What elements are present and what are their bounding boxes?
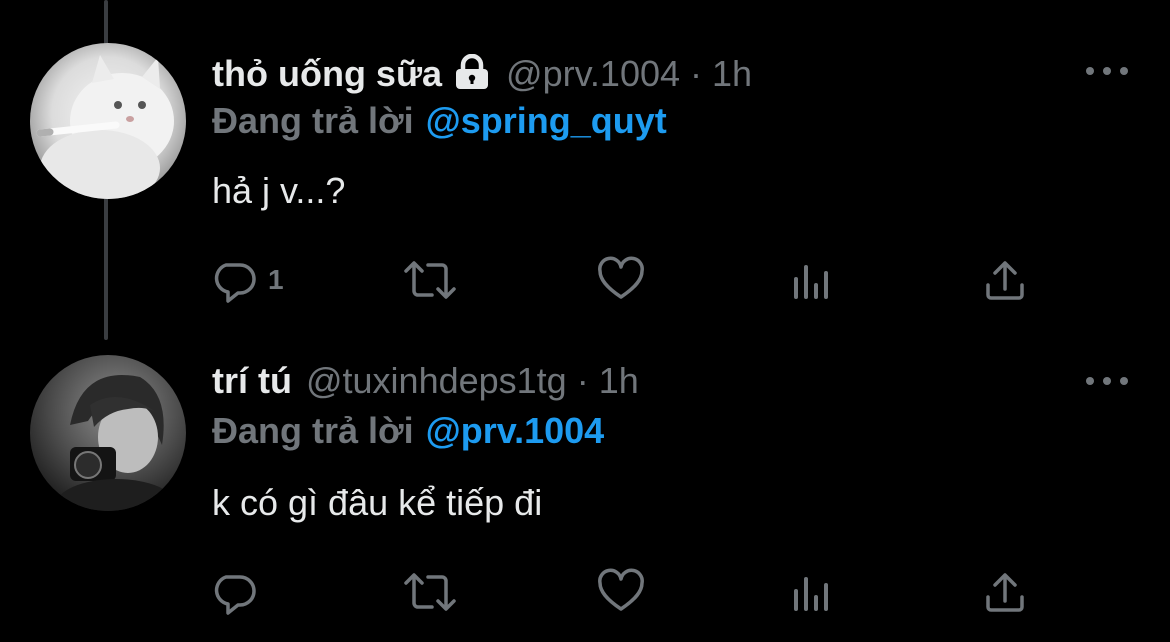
retweet-arrows-icon [404,261,456,299]
reply-button[interactable] [212,567,268,617]
timestamp[interactable]: 1h [712,53,752,95]
speech-bubble-icon [214,575,256,615]
display-name[interactable]: thỏ uống sữa [212,53,442,95]
separator-dot: · [576,360,589,401]
tweet-actions [0,567,1170,617]
replying-to-label: Đang trả lời [212,100,414,141]
separator-dot: · [690,53,703,94]
more-options-icon[interactable] [1086,64,1128,78]
speech-bubble-icon [214,263,256,303]
tweet-text: hả j v...? [212,170,346,211]
replying-to-label: Đang trả lời [212,410,414,451]
views-button[interactable] [790,255,834,305]
replying-to: Đang trả lời @spring_quyt [212,100,667,142]
lock-icon [452,53,492,90]
like-button[interactable] [596,255,646,305]
tweet[interactable]: trí tú @tuxinhdeps1tg · 1h Đang trả lời @… [0,322,1170,642]
avatar[interactable] [30,43,186,199]
heart-outline-icon [598,256,644,299]
more-options-icon[interactable] [1086,374,1128,388]
tweet-actions: 1 [0,255,1170,305]
avatar[interactable] [30,355,186,511]
user-handle[interactable]: @tuxinhdeps1tg [306,360,567,402]
heart-outline-icon [598,568,644,611]
reply-count: 1 [268,264,284,295]
share-upload-icon [986,573,1024,612]
display-name[interactable]: trí tú [212,360,292,402]
reply-button[interactable]: 1 [212,255,284,305]
timestamp[interactable]: 1h [599,360,639,402]
bar-chart-icon [794,577,828,611]
retweet-arrows-icon [404,573,456,611]
tweet-text: k có gì đâu kể tiếp đi [212,482,543,523]
retweet-button[interactable] [402,255,458,305]
retweet-button[interactable] [402,567,458,617]
tweet[interactable]: thỏ uống sữa @prv.1004 · 1h Đang trả lời… [0,0,1170,320]
tweet-thread-screen: thỏ uống sữa @prv.1004 · 1h Đang trả lời… [0,0,1170,642]
tweet-header: trí tú @tuxinhdeps1tg · 1h [212,360,639,406]
user-handle[interactable]: @prv.1004 [506,53,680,95]
share-button[interactable] [980,255,1030,305]
replying-to: Đang trả lời @prv.1004 [212,410,604,452]
bar-chart-icon [794,265,828,299]
reply-to-mention[interactable]: @prv.1004 [426,410,605,451]
tweet-header: thỏ uống sữa @prv.1004 · 1h [212,50,752,96]
share-upload-icon [986,261,1024,300]
reply-to-mention[interactable]: @spring_quyt [426,100,667,141]
avatar-person-camera-image [30,355,186,511]
avatar-white-cat-image [30,43,186,199]
like-button[interactable] [596,567,646,617]
share-button[interactable] [980,567,1030,617]
views-button[interactable] [790,567,834,617]
